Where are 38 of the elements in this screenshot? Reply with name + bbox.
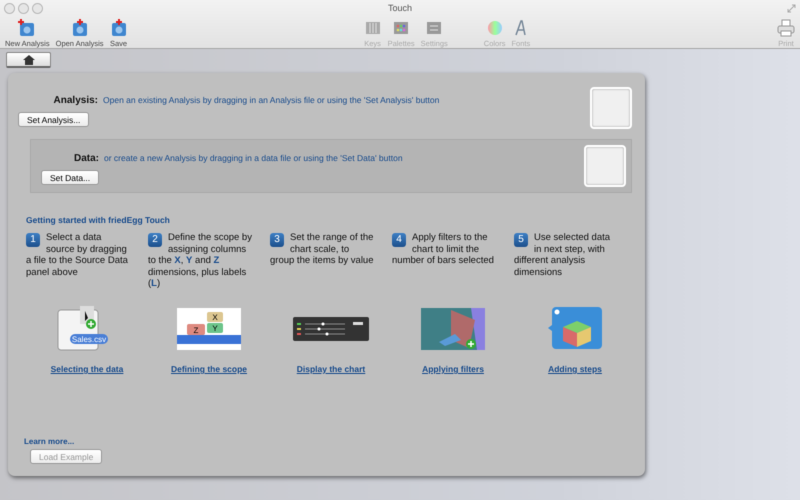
data-hint: or create a new Analysis by dragging in a data file or using the 'Set Data' button: [104, 153, 403, 163]
tutorial-link[interactable]: Applying filters: [422, 364, 484, 374]
step-description: 3 Set the range of the chart scale, to group the items by value: [270, 232, 374, 268]
settings-icon: [425, 19, 444, 37]
home-button[interactable]: [6, 52, 51, 68]
analysis-label: Analysis:: [52, 95, 98, 106]
zoom-button[interactable]: [32, 2, 43, 14]
minimize-button[interactable]: [18, 2, 29, 14]
window-title: Touch: [388, 3, 412, 13]
data-drop-well[interactable]: [584, 145, 626, 187]
printer-icon: [777, 19, 795, 37]
learn-more-link[interactable]: Learn more...: [24, 437, 74, 446]
folder-icon: [70, 19, 89, 37]
step-description: 4 Apply filters to the chart to limit the number of bars selected: [392, 232, 495, 268]
fullscreen-icon[interactable]: [787, 4, 796, 12]
data-label: Data:: [72, 153, 99, 164]
analysis-drop-well[interactable]: [590, 87, 632, 129]
analysis-hint: Open an existing Analysis by dragging in an Analysis file or using the 'Set Analysis' button: [103, 95, 440, 105]
home-icon: [22, 54, 34, 64]
set-data-button[interactable]: Set Data...: [41, 170, 100, 185]
close-button[interactable]: [4, 2, 15, 14]
tutorial-link[interactable]: Selecting the data: [50, 364, 124, 374]
folder-icon: [18, 19, 36, 37]
step-description: 2 Define the scope by assigning columns to the X, Y and Z dimensions, plus labels (L): [148, 232, 252, 290]
step-description: 1 Select a data source by dragging a file to the Source Data panel above: [26, 232, 129, 280]
tutorial-link[interactable]: Defining the scope: [170, 364, 248, 374]
dimension-tags-drawing: X Z Y: [177, 308, 241, 350]
set-analysis-button[interactable]: Set Analysis...: [18, 112, 90, 127]
tutorial-link[interactable]: Adding steps: [548, 364, 602, 374]
keys-icon: [364, 19, 382, 37]
palettes-icon: [392, 19, 410, 37]
filtered-chart-drawing: [421, 308, 485, 350]
tutorial-link[interactable]: Display the chart: [296, 364, 366, 374]
folder-icon: [110, 19, 128, 37]
color-wheel-icon: [486, 19, 504, 37]
step-description: 5 Use selected data in next step, with different analysis dimensions: [514, 232, 612, 280]
getting-started-heading: Getting started with friedEgg Touch: [26, 215, 171, 225]
cube-popup-drawing: [548, 307, 602, 351]
